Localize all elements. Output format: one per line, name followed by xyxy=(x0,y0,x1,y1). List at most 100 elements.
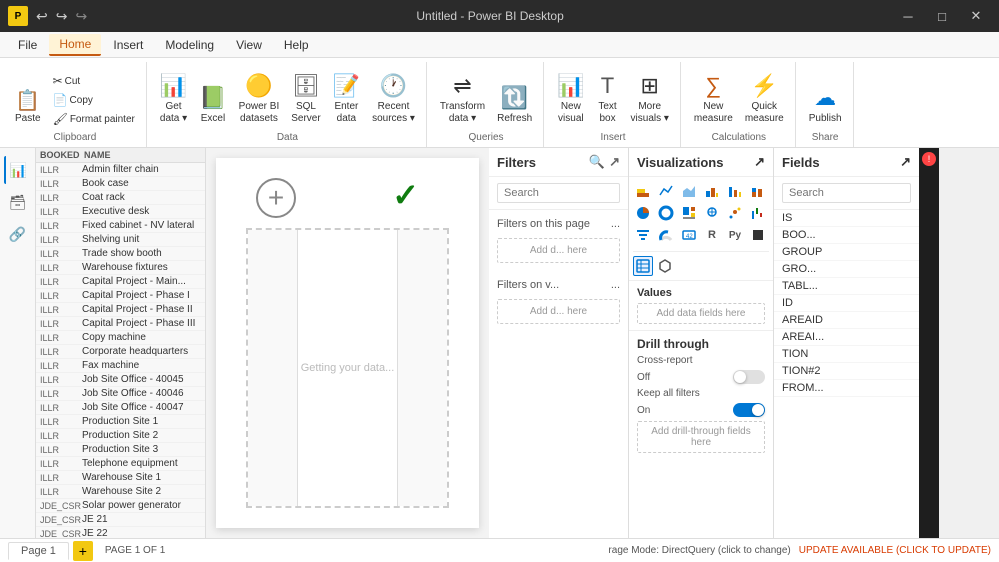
recent-sources-button[interactable]: 🕐 Recentsources ▾ xyxy=(367,68,420,128)
viz-funnel-icon[interactable] xyxy=(633,225,653,245)
viz-stacked-col-icon[interactable] xyxy=(748,181,768,201)
filters-search-input[interactable] xyxy=(497,183,620,203)
viz-waterfall-icon[interactable] xyxy=(748,203,768,223)
viz-scatter-icon[interactable] xyxy=(725,203,745,223)
list-item[interactable]: ILLRProduction Site 1 xyxy=(36,415,205,429)
cross-report-toggle[interactable] xyxy=(733,370,765,384)
quick-measure-button[interactable]: ⚡ Quickmeasure xyxy=(740,68,789,128)
paste-button[interactable]: 📋 Paste xyxy=(10,68,46,128)
list-item[interactable]: ILLRTelephone equipment xyxy=(36,457,205,471)
viz-gauge-icon[interactable] xyxy=(656,225,676,245)
fields-expand-icon[interactable]: ↗ xyxy=(900,154,911,170)
field-item[interactable]: BOO... xyxy=(774,227,919,244)
drill-mode-status[interactable]: rage Mode: DirectQuery (click to change) xyxy=(608,545,790,556)
refresh-button[interactable]: 🔃 Refresh xyxy=(492,68,537,128)
list-item[interactable]: ILLRProduction Site 3 xyxy=(36,443,205,457)
viz-clustered-bar-icon[interactable] xyxy=(702,181,722,201)
transform-data-button[interactable]: ⇌ Transformdata ▾ xyxy=(435,68,490,128)
list-item[interactable]: ILLRAdmin filter chain xyxy=(36,163,205,177)
viz-pie-icon[interactable] xyxy=(633,203,653,223)
viz-python-icon[interactable]: Py xyxy=(725,225,745,245)
update-available-link[interactable]: UPDATE AVAILABLE (CLICK TO UPDATE) xyxy=(799,545,991,556)
text-box-button[interactable]: T Textbox xyxy=(592,68,624,128)
copy-button[interactable]: 📄 Copy xyxy=(48,91,140,109)
menu-home[interactable]: Home xyxy=(49,34,101,56)
list-item[interactable]: ILLRFax machine xyxy=(36,359,205,373)
drill-through-drop-zone[interactable]: Add drill-through fields here xyxy=(637,421,765,453)
field-item[interactable]: AREAID xyxy=(774,312,919,329)
viz-table-icon[interactable] xyxy=(633,256,653,276)
list-item[interactable]: JDE_CSRSolar power generator xyxy=(36,499,205,513)
cut-button[interactable]: ✂ Cut xyxy=(48,72,140,90)
menu-view[interactable]: View xyxy=(226,34,272,56)
viz-black-square-icon[interactable] xyxy=(748,225,768,245)
publish-button[interactable]: ☁ Publish xyxy=(804,68,847,128)
notification-badge[interactable]: ! xyxy=(922,152,936,166)
viz-donut-icon[interactable] xyxy=(656,203,676,223)
maximize-button[interactable]: □ xyxy=(927,6,957,26)
redo-icon[interactable]: ↪ xyxy=(56,8,68,25)
field-item[interactable]: AREAI... xyxy=(774,329,919,346)
field-item[interactable]: GRO... xyxy=(774,261,919,278)
list-item[interactable]: ILLRCapital Project - Phase II xyxy=(36,303,205,317)
new-visual-button[interactable]: 📊 Newvisual xyxy=(552,68,589,128)
enter-data-button[interactable]: 📝 Enterdata xyxy=(328,68,365,128)
viz-card-icon[interactable]: 42 xyxy=(679,225,699,245)
add-page-button[interactable]: + xyxy=(73,541,93,561)
field-item[interactable]: TION xyxy=(774,346,919,363)
add-visual-button[interactable]: + xyxy=(256,178,296,218)
list-item[interactable]: ILLRWarehouse Site 2 xyxy=(36,485,205,499)
viz-area-icon[interactable] xyxy=(679,181,699,201)
filter-page-more[interactable]: ... xyxy=(611,218,620,230)
list-item[interactable]: ILLRJob Site Office - 40045 xyxy=(36,373,205,387)
viz-r-icon[interactable]: R xyxy=(702,225,722,245)
minimize-button[interactable]: ─ xyxy=(893,6,923,26)
fields-search-input[interactable] xyxy=(782,183,911,203)
field-item[interactable]: ID xyxy=(774,295,919,312)
more-visuals-button[interactable]: ⊞ Morevisuals ▾ xyxy=(626,68,674,128)
field-item[interactable]: TION#2 xyxy=(774,363,919,380)
viz-expand-icon[interactable]: ↗ xyxy=(754,154,765,170)
list-item[interactable]: ILLRCapital Project - Phase I xyxy=(36,289,205,303)
field-item[interactable]: FROM... xyxy=(774,380,919,397)
field-item[interactable]: TABL... xyxy=(774,278,919,295)
list-item[interactable]: ILLRCoat rack xyxy=(36,191,205,205)
list-item[interactable]: ILLRWarehouse fixtures xyxy=(36,261,205,275)
menu-file[interactable]: File xyxy=(8,34,47,56)
keep-filters-toggle[interactable] xyxy=(733,403,765,417)
menu-insert[interactable]: Insert xyxy=(103,34,153,56)
filter-visual-drop-zone[interactable]: Add d... here xyxy=(497,299,620,324)
list-item[interactable]: ILLRWarehouse Site 1 xyxy=(36,471,205,485)
viz-stacked-bar-icon[interactable] xyxy=(633,181,653,201)
sidebar-model-icon[interactable]: 🔗 xyxy=(4,220,32,248)
filter-visual-more[interactable]: ... xyxy=(611,279,620,291)
get-data-button[interactable]: 📊 Getdata ▾ xyxy=(155,68,192,128)
field-item[interactable]: GROUP xyxy=(774,244,919,261)
list-item[interactable]: ILLRCapital Project - Phase III xyxy=(36,317,205,331)
filter-search-icon[interactable]: 🔍 xyxy=(589,154,605,170)
list-item[interactable]: ILLRCopy machine xyxy=(36,331,205,345)
viz-clustered-col-icon[interactable] xyxy=(725,181,745,201)
format-painter-button[interactable]: 🖌 Format painter xyxy=(48,110,140,128)
list-item[interactable]: ILLRBook case xyxy=(36,177,205,191)
list-item[interactable]: ILLRCapital Project - Main... xyxy=(36,275,205,289)
sql-server-button[interactable]: 🗄 SQLServer xyxy=(286,68,325,128)
viz-line-icon[interactable] xyxy=(656,181,676,201)
viz-map-icon[interactable] xyxy=(702,203,722,223)
excel-button[interactable]: 📗 Excel xyxy=(194,68,231,128)
menu-modeling[interactable]: Modeling xyxy=(155,34,224,56)
filter-page-drop-zone[interactable]: Add d... here xyxy=(497,238,620,263)
list-item[interactable]: JDE_CSRJE 22 xyxy=(36,527,205,538)
field-item[interactable]: IS xyxy=(774,210,919,227)
viz-treemap-icon[interactable] xyxy=(679,203,699,223)
list-item[interactable]: ILLRProduction Site 2 xyxy=(36,429,205,443)
list-item[interactable]: ILLRFixed cabinet - NV lateral xyxy=(36,219,205,233)
powerbi-datasets-button[interactable]: 🟡 Power BIdatasets xyxy=(234,68,285,128)
list-item[interactable]: ILLRShelving unit xyxy=(36,233,205,247)
sidebar-report-icon[interactable]: 📊 xyxy=(4,156,32,184)
list-item[interactable]: ILLRExecutive desk xyxy=(36,205,205,219)
list-item[interactable]: ILLRTrade show booth xyxy=(36,247,205,261)
menu-help[interactable]: Help xyxy=(274,34,319,56)
page-tab-1[interactable]: Page 1 xyxy=(8,542,69,560)
list-item[interactable]: ILLRJob Site Office - 40046 xyxy=(36,387,205,401)
